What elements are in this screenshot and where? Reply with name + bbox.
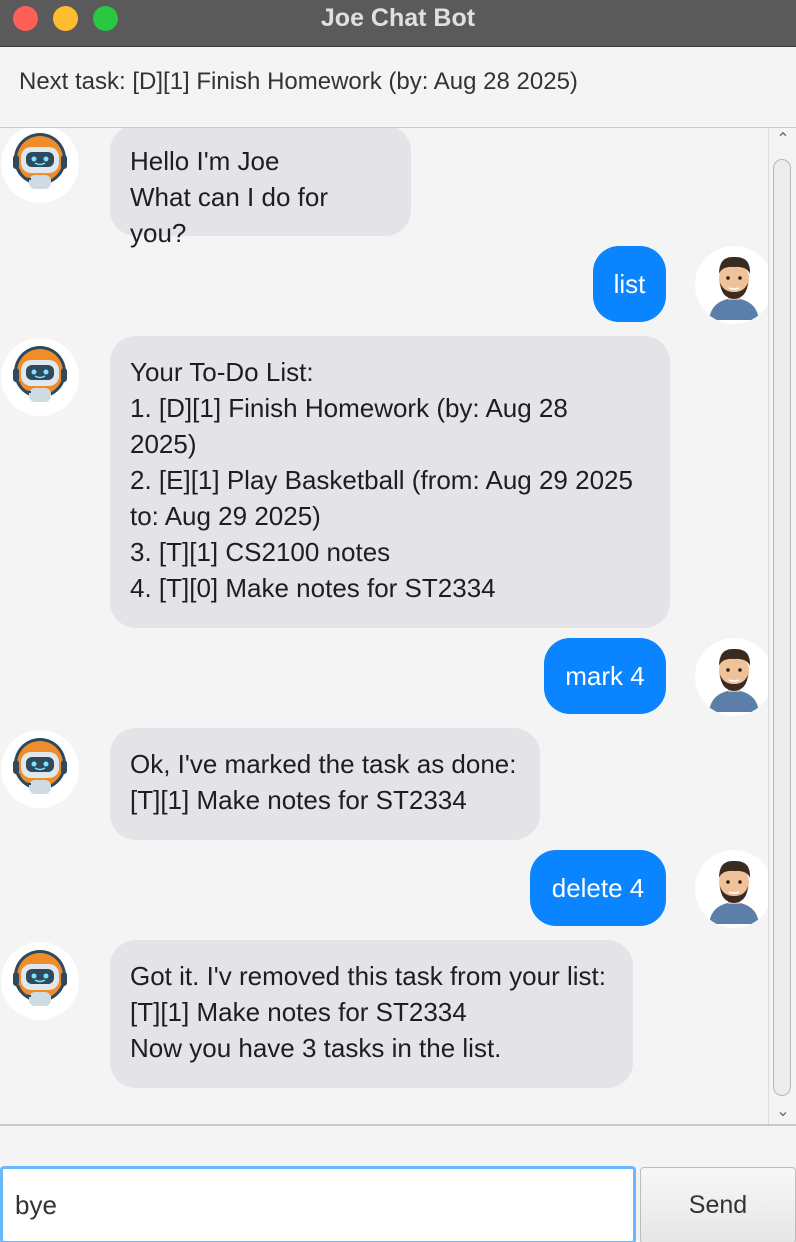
app-window: Joe Chat Bot Next task: [D][1] Finish Ho… [0,0,796,1242]
input-bar: Send [0,1124,796,1242]
chat-area[interactable]: Hello I'm Joe What can I do for you? lis… [0,128,768,1124]
scroll-down-icon[interactable]: ⌄ [775,1104,791,1120]
next-task-header: Next task: [D][1] Finish Homework (by: A… [0,47,796,129]
window-title: Joe Chat Bot [320,4,476,32]
robot-avatar-icon [1,942,79,1020]
bot-message-bubble: Ok, I've marked the task as done: [T][1]… [110,728,540,840]
scroll-up-icon[interactable]: ⌃ [775,132,791,148]
user-avatar-icon [695,850,768,928]
bot-message-bubble: Your To-Do List: 1. [D][1] Finish Homewo… [110,336,670,628]
user-message-bubble: delete 4 [530,850,666,926]
user-avatar-icon [695,246,768,324]
user-message-bubble: list [593,246,666,322]
robot-avatar-icon [1,730,79,808]
message-input[interactable] [0,1166,636,1242]
scrollbar-thumb[interactable] [773,159,791,1096]
send-button[interactable]: Send [640,1167,796,1242]
bot-message-bubble: Got it. I'v removed this task from your … [110,940,633,1088]
chat-scrollbar[interactable]: ⌃ ⌄ [768,128,796,1124]
bot-message-bubble: Hello I'm Joe What can I do for you? [110,128,411,248]
title-bar: Joe Chat Bot [0,0,796,47]
next-task-label: Next task: [D][1] Finish Homework (by: A… [19,68,578,95]
user-avatar-icon [695,638,768,716]
robot-avatar-icon [1,338,79,416]
robot-avatar-icon [1,128,79,203]
user-message-bubble: mark 4 [544,638,666,714]
